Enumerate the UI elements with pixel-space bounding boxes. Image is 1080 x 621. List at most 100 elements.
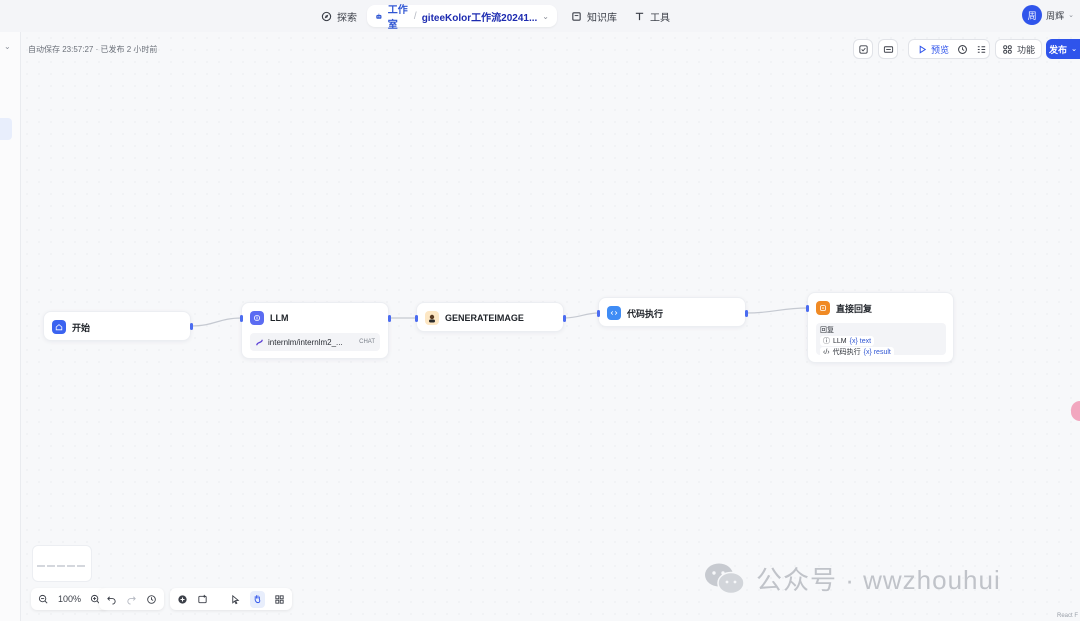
redo-icon[interactable]	[126, 594, 137, 605]
top-nav-bar: 探索 工作室 / giteeKolor工作流20241... ⌄ 知识库 工具 …	[0, 0, 1080, 32]
preview-button[interactable]: 预览	[917, 43, 949, 56]
model-provider-icon	[256, 339, 263, 345]
reply-label: 回复	[820, 327, 834, 334]
main-nav: 探索 工作室 / giteeKolor工作流20241... ⌄ 知识库 工具	[0, 5, 1080, 31]
output-port[interactable]	[190, 323, 193, 330]
user-name: 周辉	[1046, 10, 1065, 21]
node-code[interactable]: 代码执行	[597, 297, 748, 327]
node-llm[interactable]: LLM internlm/internlm2_... CHAT	[240, 302, 391, 359]
add-note-icon[interactable]	[197, 594, 208, 605]
publish-button[interactable]: 发布 ⌄	[1046, 39, 1080, 59]
chevron-down-icon[interactable]: ⌄	[542, 12, 549, 21]
features-label: 功能	[1016, 44, 1035, 55]
features-button[interactable]: 功能	[995, 39, 1042, 59]
code-icon	[607, 306, 621, 320]
minimap-node	[77, 565, 85, 567]
node-reply-title: 直接回复	[836, 303, 873, 314]
user-menu[interactable]: 周 周辉 ⌄	[1022, 5, 1074, 25]
floating-assistant-button[interactable]	[1071, 401, 1080, 421]
node-generateimage[interactable]: GENERATEIMAGE	[415, 302, 566, 332]
chevron-down-icon: ⌄	[1071, 46, 1077, 53]
input-port[interactable]	[806, 305, 809, 312]
nav-studio[interactable]: 工作室 / giteeKolor工作流20241... ⌄	[367, 5, 557, 31]
minimap-node	[57, 565, 65, 567]
version-history-icon[interactable]	[146, 594, 157, 605]
node-start-title: 开始	[72, 322, 91, 333]
model-selector[interactable]: internlm/internlm2_... CHAT	[250, 333, 380, 351]
output-port[interactable]	[388, 315, 391, 322]
layout-icon[interactable]	[274, 594, 285, 605]
checklist-icon	[858, 44, 868, 54]
checklist-button[interactable]	[853, 39, 873, 59]
node-generateimage-header: GENERATEIMAGE	[425, 311, 524, 325]
node-generateimage-title: GENERATEIMAGE	[445, 313, 524, 323]
input-port[interactable]	[415, 315, 418, 322]
reply-var-pill: ‹/› 代码执行 {x} result	[820, 347, 894, 357]
book-icon	[572, 11, 581, 21]
nav-tools[interactable]: 工具	[634, 5, 670, 27]
node-start[interactable]: 开始	[43, 311, 193, 341]
output-port[interactable]	[745, 310, 748, 317]
zoom-controls: 100%	[31, 588, 109, 610]
minimap-node	[67, 565, 75, 567]
nav-explore-label: 探索	[337, 12, 357, 24]
reply-var-source: LLM	[833, 337, 847, 345]
minimap-node	[47, 565, 55, 567]
tool-avatar-icon	[425, 311, 439, 325]
reply-icon	[816, 301, 830, 315]
nav-tools-label: 工具	[650, 12, 670, 24]
minimap-node	[37, 565, 45, 567]
model-mode-badge: CHAT	[359, 339, 375, 345]
apps-icon	[1003, 44, 1012, 54]
left-sidebar: ⌄	[0, 32, 21, 621]
undo-icon[interactable]	[106, 594, 117, 605]
nav-studio-label: 工作室	[387, 5, 408, 31]
zoom-level[interactable]: 100%	[58, 594, 81, 604]
brain-icon	[250, 311, 264, 325]
chevron-down-icon: ⌄	[1068, 12, 1074, 19]
zoom-out-icon[interactable]	[38, 594, 49, 605]
reply-var-row: ⓘ LLM {x} text	[820, 336, 942, 346]
hammer-icon	[635, 12, 644, 20]
reply-content[interactable]: 回复 ⓘ LLM {x} text ‹/› 代码执行 {x} result	[816, 323, 946, 357]
env-button[interactable]	[878, 39, 898, 59]
preview-label: 预览	[931, 44, 950, 55]
node-start-header: 开始	[52, 320, 90, 334]
nav-explore[interactable]: 探索	[321, 5, 357, 27]
node-llm-header: LLM	[250, 311, 289, 325]
node-direct-reply[interactable]: 直接回复 回复 ⓘ LLM {x} text ‹/› 代码执行 {x} resu…	[806, 292, 954, 363]
reply-var-pill: ⓘ LLM {x} text	[820, 336, 875, 346]
nav-separator: /	[413, 10, 417, 22]
react-flow-attribution[interactable]: React F	[1057, 613, 1078, 619]
compass-icon	[321, 11, 332, 21]
sidebar-active-item[interactable]	[0, 118, 12, 140]
node-code-title: 代码执行	[627, 308, 664, 319]
wechat-icon	[705, 563, 745, 594]
add-node-icon[interactable]	[177, 594, 188, 605]
node-reply-header: 直接回复	[816, 301, 872, 315]
input-port[interactable]	[240, 315, 243, 322]
history-icon[interactable]	[957, 44, 968, 55]
play-icon	[919, 44, 927, 54]
nav-knowledge[interactable]: 知识库	[571, 5, 617, 27]
chevron-down-icon[interactable]: ⌄	[4, 42, 11, 51]
preview-group: 预览	[908, 39, 990, 59]
list-icon[interactable]	[976, 44, 987, 55]
pointer-icon[interactable]	[230, 594, 241, 605]
reply-var-source: 代码执行	[832, 349, 861, 356]
watermark: 公众号 · wwzhouhui	[704, 560, 1001, 597]
hand-tool-button[interactable]	[250, 590, 265, 608]
avatar: 周	[1022, 5, 1043, 25]
node-code-header: 代码执行	[607, 306, 663, 320]
minimap[interactable]	[32, 545, 92, 582]
model-name: internlm/internlm2_...	[268, 337, 343, 347]
input-port[interactable]	[597, 310, 600, 317]
publish-label: 发布	[1049, 44, 1068, 55]
nav-knowledge-label: 知识库	[587, 12, 617, 24]
autosave-status: 自动保存 23:57:27 · 已发布 2 小时前	[28, 45, 158, 54]
robot-icon	[376, 13, 382, 19]
output-port[interactable]	[563, 315, 566, 322]
hand-icon	[254, 594, 261, 603]
workflow-name[interactable]: giteeKolor工作流20241...	[422, 9, 538, 24]
reply-var-row: ‹/› 代码执行 {x} result	[820, 347, 942, 357]
